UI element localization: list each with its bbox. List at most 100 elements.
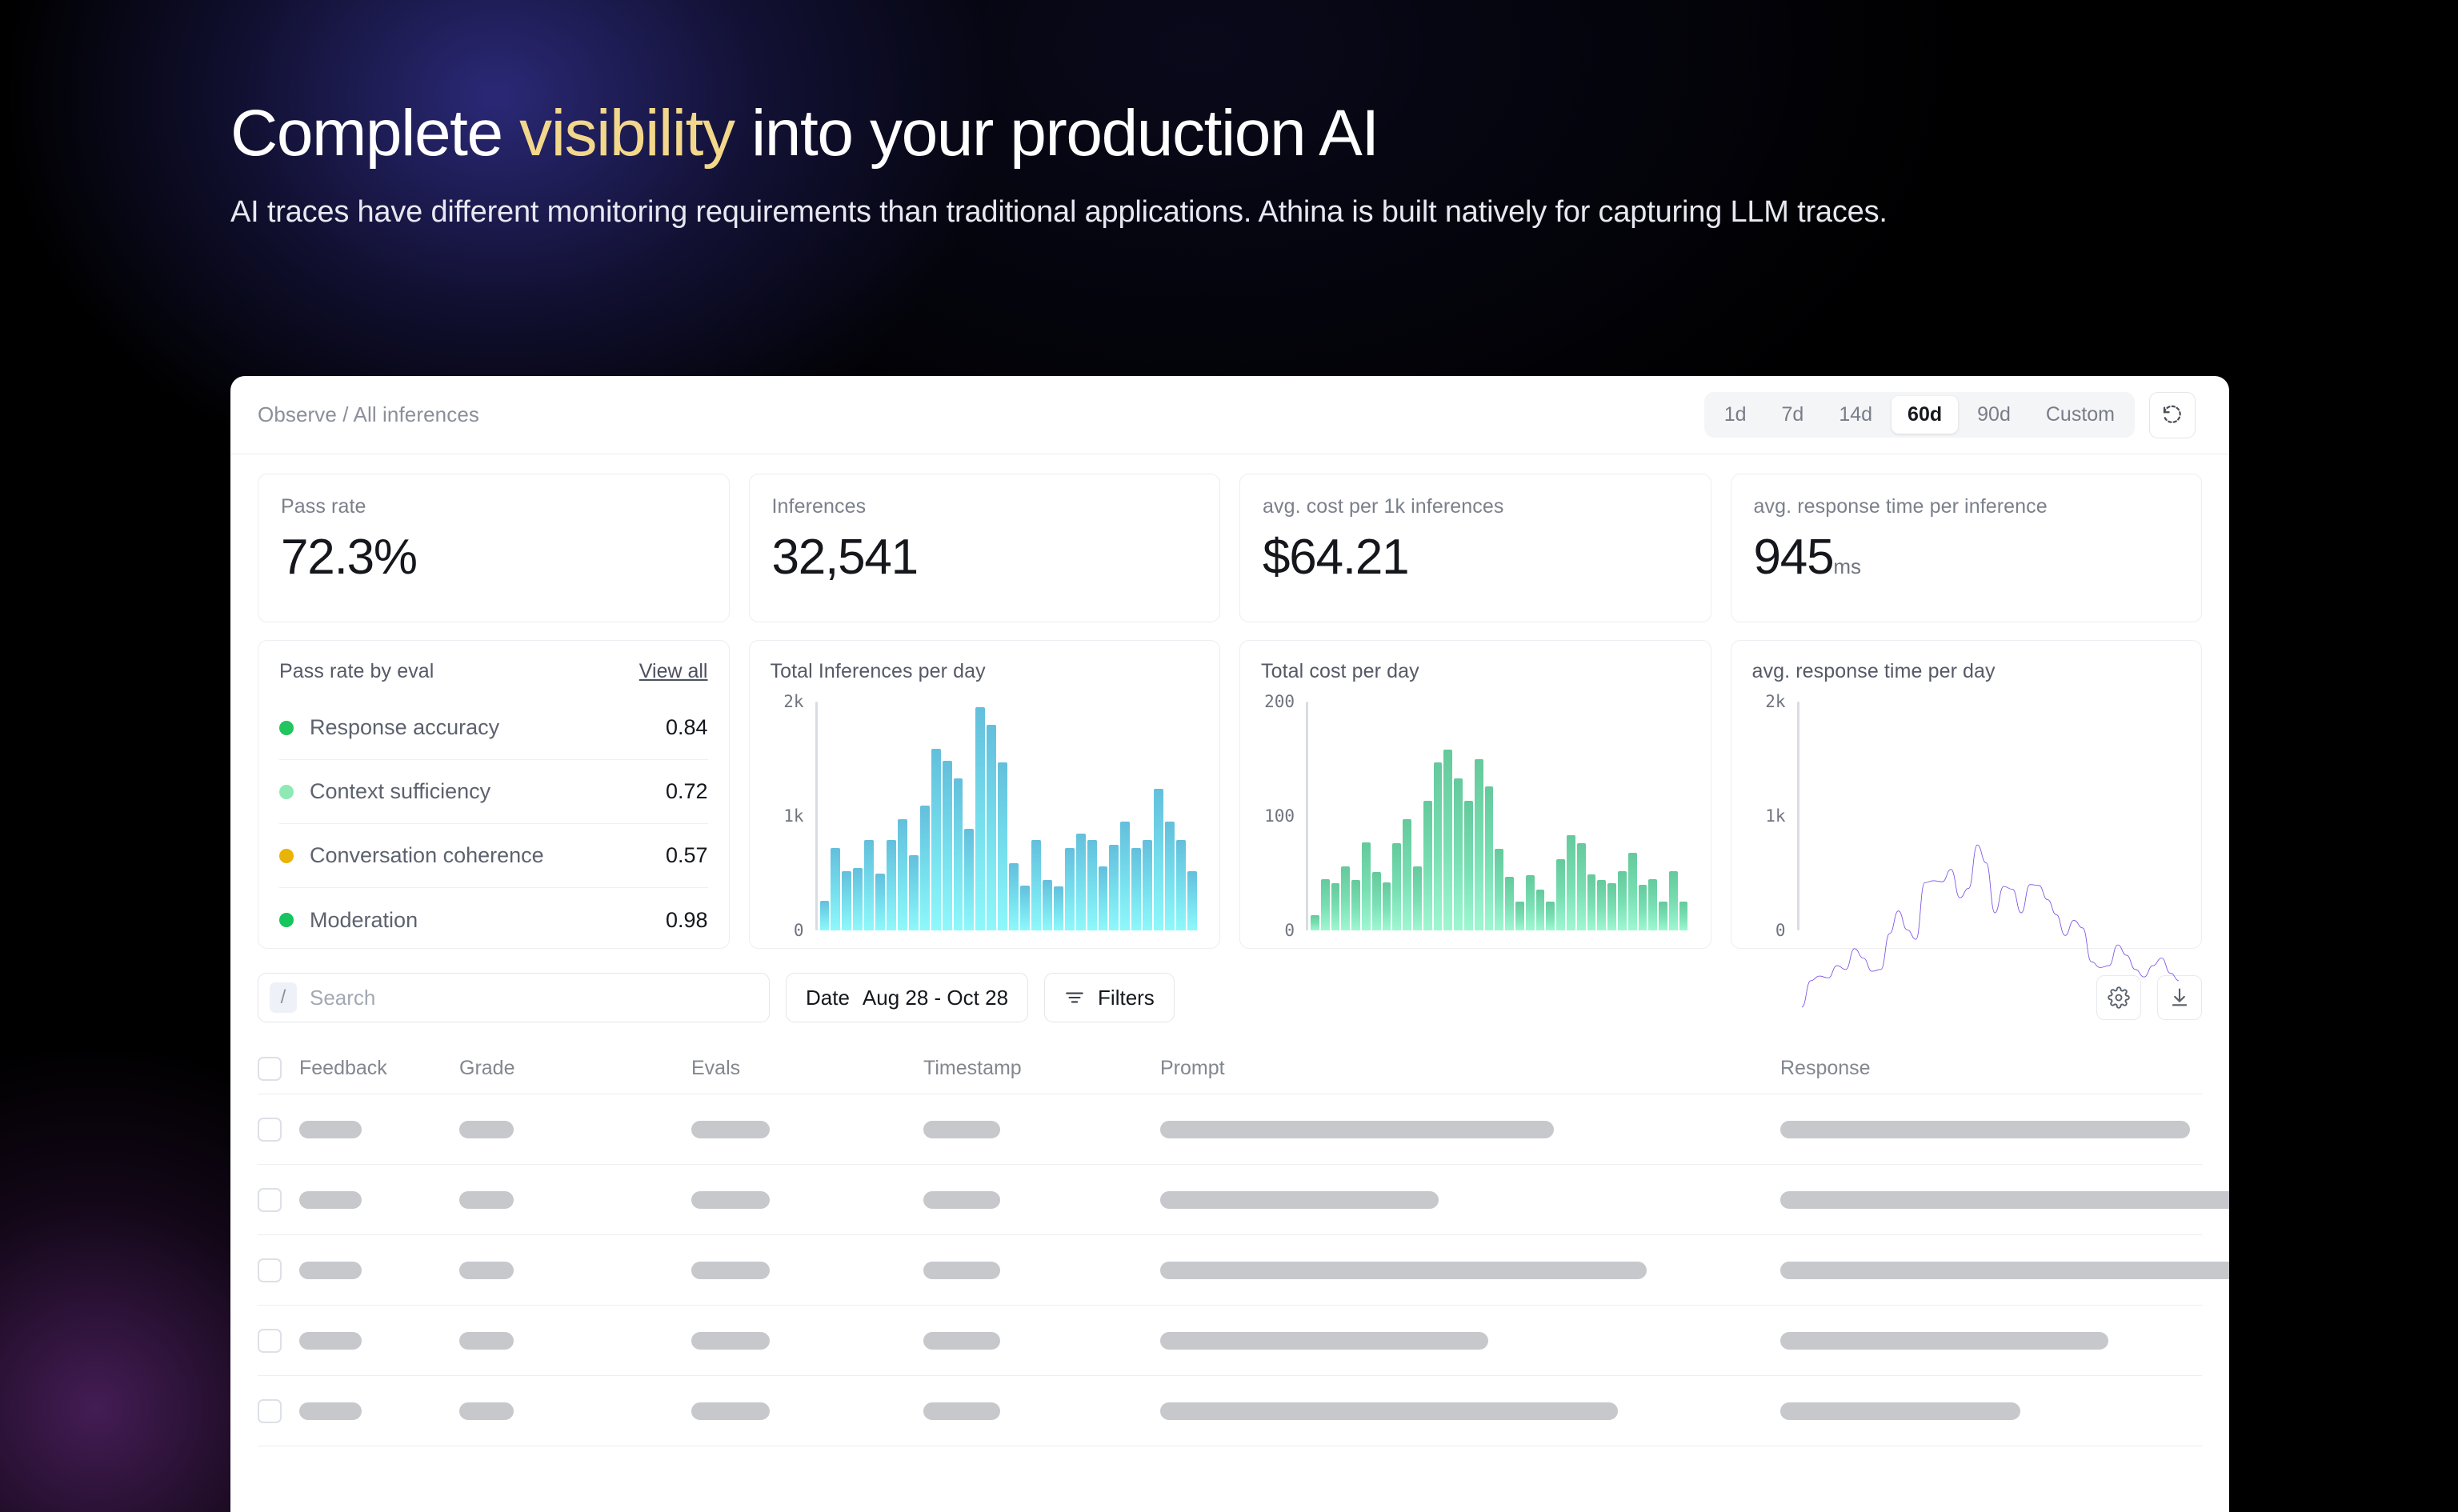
column-header-feedback[interactable]: Feedback (299, 1057, 459, 1080)
row-checkbox[interactable] (258, 1117, 282, 1142)
eval-row[interactable]: Moderation 0.98 (279, 888, 708, 952)
table-body (258, 1094, 2229, 1446)
eval-name: Moderation (310, 907, 418, 932)
bar (987, 724, 997, 930)
bar (1659, 902, 1667, 930)
bar (1474, 758, 1483, 930)
panel-header: Pass rate by eval View all (279, 660, 708, 683)
time-range-60d[interactable]: 60d (1892, 396, 1959, 434)
bar (887, 840, 896, 930)
time-range-7d[interactable]: 7d (1766, 396, 1820, 434)
bar-series (1311, 702, 1688, 930)
cell-evals (691, 1120, 923, 1138)
bar (1433, 762, 1443, 930)
y-axis-tick: 100 (1264, 806, 1295, 826)
y-axis-labels: 0 1k 2k (1752, 692, 1797, 940)
cell-timestamp (923, 1261, 1160, 1279)
table-row[interactable] (258, 1306, 2202, 1376)
bar (1361, 842, 1371, 930)
skeleton-placeholder (459, 1402, 514, 1420)
eval-row[interactable]: Context sufficiency 0.72 (279, 760, 708, 824)
eval-value: 0.98 (665, 907, 708, 932)
skeleton-placeholder (1780, 1120, 2190, 1138)
column-header-grade[interactable]: Grade (459, 1057, 691, 1080)
row-checkbox[interactable] (258, 1398, 282, 1423)
bar (1443, 750, 1453, 930)
cell-evals (691, 1402, 923, 1420)
bar (975, 707, 986, 930)
bar (1131, 848, 1142, 930)
breadcrumb[interactable]: Observe / All inferences (258, 402, 479, 427)
bar (1627, 852, 1637, 930)
table-row[interactable] (258, 1376, 2202, 1446)
bar (1597, 880, 1607, 930)
row-select-cell (258, 1328, 299, 1353)
time-range-custom[interactable]: Custom (2030, 396, 2131, 434)
page-background: Complete visibility into your production… (0, 0, 2458, 1512)
skeleton-placeholder (923, 1120, 1000, 1138)
bar (1454, 778, 1463, 930)
search-placeholder: Search (310, 985, 376, 1010)
bar (1412, 866, 1422, 930)
bar (1331, 883, 1340, 930)
table-row[interactable] (258, 1165, 2229, 1235)
bar (1351, 880, 1360, 930)
bar (1020, 885, 1031, 930)
bar (1535, 889, 1545, 930)
skeleton-placeholder (299, 1402, 362, 1420)
row-select-cell (258, 1187, 299, 1212)
eval-row[interactable]: Response accuracy 0.84 (279, 696, 708, 760)
cell-feedback (299, 1331, 459, 1350)
bar (1566, 835, 1575, 930)
skeleton-placeholder (923, 1331, 1000, 1350)
column-header-evals[interactable]: Evals (691, 1057, 923, 1080)
bar (1120, 822, 1131, 930)
kpi-label: avg. response time per inference (1753, 495, 2048, 518)
skeleton-placeholder (459, 1261, 514, 1279)
column-header-timestamp[interactable]: Timestamp (923, 1057, 1160, 1080)
bar (1341, 866, 1351, 930)
table-row[interactable] (258, 1094, 2202, 1165)
row-select-cell (258, 1258, 299, 1282)
time-range-14d[interactable]: 14d (1823, 396, 1888, 434)
cell-evals (691, 1331, 923, 1350)
bar (897, 818, 907, 930)
date-range-button[interactable]: Date Aug 28 - Oct 28 (786, 973, 1029, 1022)
table-row[interactable] (258, 1235, 2229, 1306)
header-controls: 1d 7d 14d 60d 90d Custom (1703, 391, 2196, 438)
row-checkbox[interactable] (258, 1328, 282, 1353)
bar (1515, 902, 1524, 930)
time-range-90d[interactable]: 90d (1961, 396, 2027, 434)
status-dot-icon (279, 784, 294, 799)
y-axis-tick: 1k (783, 806, 804, 826)
refresh-button[interactable] (2149, 391, 2196, 438)
view-all-link[interactable]: View all (639, 660, 708, 683)
bar (831, 848, 841, 930)
bar (853, 868, 863, 930)
response-time-chart: 0 1k 2k (1752, 692, 2186, 940)
cell-prompt (1160, 1331, 1780, 1350)
y-axis-tick: 2k (783, 692, 804, 711)
skeleton-placeholder (691, 1402, 770, 1420)
eval-row[interactable]: Conversation coherence 0.57 (279, 824, 708, 888)
select-all-checkbox[interactable] (258, 1056, 282, 1081)
kpi-value: 32,541 (771, 530, 919, 585)
eval-value: 0.72 (665, 779, 708, 803)
page-title-post: into your production AI (734, 97, 1379, 170)
cell-feedback (299, 1261, 459, 1279)
time-range-1d[interactable]: 1d (1708, 396, 1763, 434)
cell-response (1780, 1120, 2202, 1138)
bar (1648, 878, 1658, 930)
date-value: Aug 28 - Oct 28 (862, 985, 1009, 1010)
y-axis-tick: 0 (1775, 921, 1786, 940)
row-checkbox[interactable] (258, 1258, 282, 1282)
bar (919, 806, 930, 930)
column-header-prompt[interactable]: Prompt (1160, 1057, 1780, 1080)
skeleton-placeholder (299, 1190, 362, 1209)
row-checkbox[interactable] (258, 1187, 282, 1212)
cell-timestamp (923, 1402, 1160, 1420)
y-axis-tick: 2k (1765, 692, 1786, 711)
search-input[interactable]: / Search (258, 973, 770, 1022)
filters-button[interactable]: Filters (1044, 973, 1175, 1022)
bar (953, 778, 963, 930)
